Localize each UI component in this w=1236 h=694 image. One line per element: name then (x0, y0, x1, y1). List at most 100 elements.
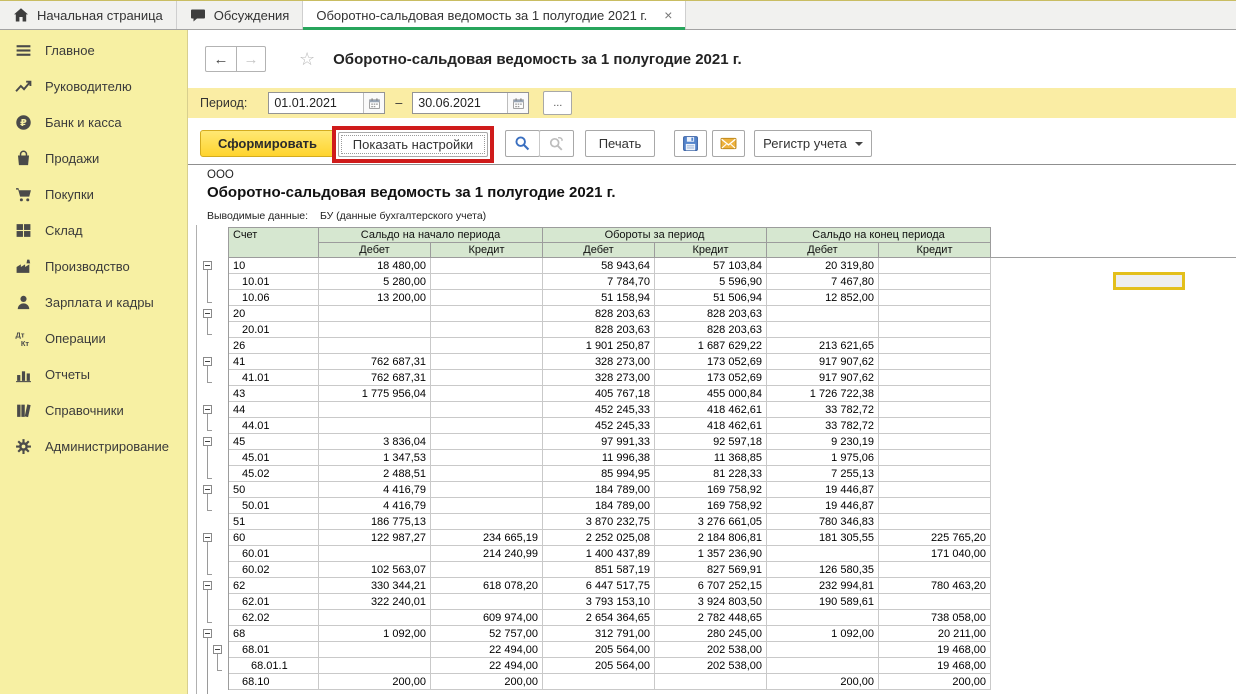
value-cell[interactable] (431, 562, 543, 578)
account-cell[interactable]: 45 (229, 434, 319, 450)
value-cell[interactable]: 328 273,00 (543, 370, 655, 386)
value-cell[interactable] (319, 338, 431, 354)
value-cell[interactable] (431, 514, 543, 530)
value-cell[interactable] (655, 674, 767, 690)
value-cell[interactable]: 52 757,00 (431, 626, 543, 642)
value-cell[interactable]: 184 789,00 (543, 482, 655, 498)
search-next-button[interactable] (539, 130, 574, 157)
value-cell[interactable]: 122 987,27 (319, 530, 431, 546)
value-cell[interactable]: 1 775 956,04 (319, 386, 431, 402)
value-cell[interactable] (879, 498, 991, 514)
value-cell[interactable] (431, 290, 543, 306)
favorite-star-icon[interactable]: ☆ (299, 50, 315, 68)
value-cell[interactable]: 13 200,00 (319, 290, 431, 306)
value-cell[interactable]: 20 211,00 (879, 626, 991, 642)
value-cell[interactable]: 1 687 629,22 (655, 338, 767, 354)
value-cell[interactable]: 3 276 661,05 (655, 514, 767, 530)
value-cell[interactable] (767, 546, 879, 562)
value-cell[interactable] (879, 386, 991, 402)
value-cell[interactable]: 827 569,91 (655, 562, 767, 578)
value-cell[interactable]: 200,00 (431, 674, 543, 690)
account-cell[interactable]: 60 (229, 530, 319, 546)
value-cell[interactable]: 173 052,69 (655, 370, 767, 386)
value-cell[interactable] (319, 546, 431, 562)
value-cell[interactable] (431, 370, 543, 386)
value-cell[interactable]: 5 280,00 (319, 274, 431, 290)
account-cell[interactable]: 45.02 (229, 466, 319, 482)
value-cell[interactable] (319, 306, 431, 322)
tab-report[interactable]: Оборотно-сальдовая ведомость за 1 полуго… (303, 1, 687, 30)
value-cell[interactable]: 22 494,00 (431, 642, 543, 658)
expander-minus[interactable] (203, 357, 212, 366)
account-cell[interactable]: 68.01 (229, 642, 319, 658)
register-menu-button[interactable]: Регистр учета (754, 130, 872, 157)
value-cell[interactable]: 1 726 722,38 (767, 386, 879, 402)
value-cell[interactable]: 312 791,00 (543, 626, 655, 642)
value-cell[interactable] (319, 610, 431, 626)
value-cell[interactable]: 205 564,00 (543, 658, 655, 674)
value-cell[interactable]: 1 975,06 (767, 450, 879, 466)
value-cell[interactable] (879, 274, 991, 290)
value-cell[interactable]: 181 305,55 (767, 530, 879, 546)
value-cell[interactable]: 11 368,85 (655, 450, 767, 466)
account-cell[interactable]: 60.02 (229, 562, 319, 578)
value-cell[interactable]: 4 416,79 (319, 498, 431, 514)
sidebar-item-operations[interactable]: Дт Кт Операции (0, 320, 187, 356)
value-cell[interactable]: 1 901 250,87 (543, 338, 655, 354)
value-cell[interactable] (879, 290, 991, 306)
account-cell[interactable]: 10 (229, 258, 319, 274)
value-cell[interactable] (431, 322, 543, 338)
selected-cell-highlight[interactable] (1113, 272, 1185, 290)
expander-minus[interactable] (203, 437, 212, 446)
value-cell[interactable]: 2 488,51 (319, 466, 431, 482)
value-cell[interactable] (431, 386, 543, 402)
value-cell[interactable] (879, 482, 991, 498)
value-cell[interactable]: 780 346,83 (767, 514, 879, 530)
value-cell[interactable]: 280 245,00 (655, 626, 767, 642)
value-cell[interactable]: 11 996,38 (543, 450, 655, 466)
value-cell[interactable]: 12 852,00 (767, 290, 879, 306)
account-cell[interactable]: 68.10 (229, 674, 319, 690)
value-cell[interactable]: 917 907,62 (767, 370, 879, 386)
value-cell[interactable] (879, 258, 991, 274)
account-cell[interactable]: 44.01 (229, 418, 319, 434)
value-cell[interactable] (767, 306, 879, 322)
value-cell[interactable]: 1 357 236,90 (655, 546, 767, 562)
sidebar-item-administration[interactable]: Администрирование (0, 428, 187, 464)
value-cell[interactable] (879, 370, 991, 386)
sidebar-item-payroll[interactable]: Зарплата и кадры (0, 284, 187, 320)
value-cell[interactable]: 609 974,00 (431, 610, 543, 626)
value-cell[interactable]: 455 000,84 (655, 386, 767, 402)
account-cell[interactable]: 62.01 (229, 594, 319, 610)
save-button[interactable] (674, 130, 707, 157)
value-cell[interactable]: 58 943,64 (543, 258, 655, 274)
mail-button[interactable] (712, 130, 745, 157)
value-cell[interactable]: 51 506,94 (655, 290, 767, 306)
value-cell[interactable]: 418 462,61 (655, 418, 767, 434)
value-cell[interactable]: 4 416,79 (319, 482, 431, 498)
value-cell[interactable]: 5 596,90 (655, 274, 767, 290)
value-cell[interactable]: 85 994,95 (543, 466, 655, 482)
value-cell[interactable]: 184 789,00 (543, 498, 655, 514)
value-cell[interactable] (431, 594, 543, 610)
value-cell[interactable]: 33 782,72 (767, 418, 879, 434)
account-cell[interactable]: 10.06 (229, 290, 319, 306)
value-cell[interactable]: 418 462,61 (655, 402, 767, 418)
sidebar-item-purchases[interactable]: Покупки (0, 176, 187, 212)
value-cell[interactable]: 328 273,00 (543, 354, 655, 370)
value-cell[interactable]: 200,00 (767, 674, 879, 690)
value-cell[interactable]: 780 463,20 (879, 578, 991, 594)
value-cell[interactable]: 234 665,19 (431, 530, 543, 546)
sidebar-item-production[interactable]: Производство (0, 248, 187, 284)
tab-discussions[interactable]: Обсуждения (177, 1, 304, 29)
expander-minus[interactable] (203, 261, 212, 270)
value-cell[interactable]: 190 589,61 (767, 594, 879, 610)
value-cell[interactable]: 762 687,31 (319, 370, 431, 386)
value-cell[interactable] (879, 594, 991, 610)
value-cell[interactable]: 19 446,87 (767, 482, 879, 498)
value-cell[interactable] (543, 674, 655, 690)
value-cell[interactable] (879, 418, 991, 434)
value-cell[interactable]: 2 654 364,65 (543, 610, 655, 626)
value-cell[interactable] (431, 418, 543, 434)
value-cell[interactable] (879, 354, 991, 370)
